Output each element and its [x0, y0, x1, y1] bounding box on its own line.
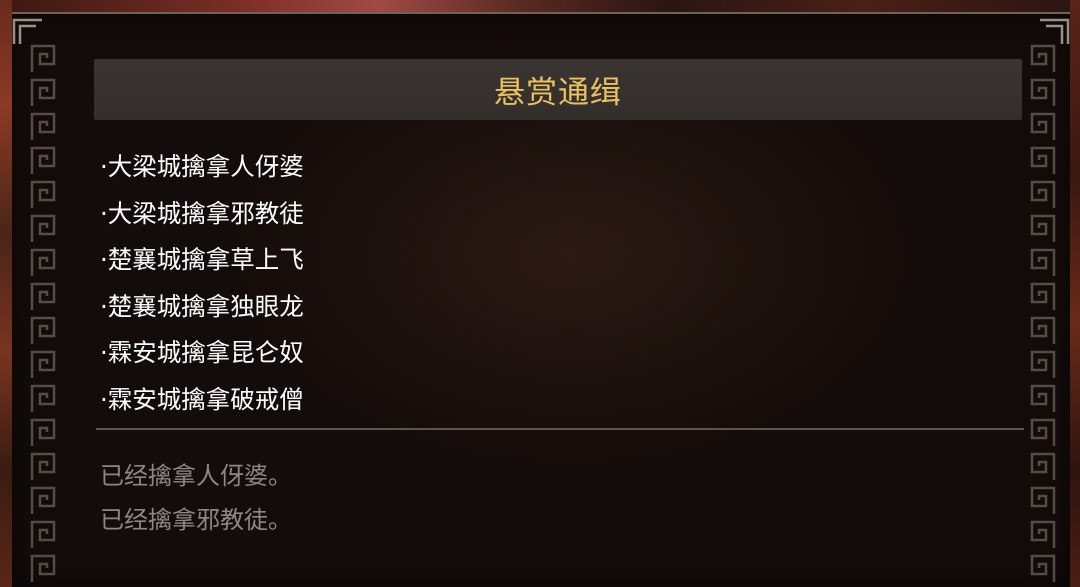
log-entry: 已经擒拿邪教徒。 [100, 506, 292, 534]
bounty-item[interactable]: ·霖安城擒拿破戒僧 [100, 377, 500, 424]
greek-key-border-left-icon [28, 42, 58, 587]
bounty-item[interactable]: ·楚襄城擒拿独眼龙 [100, 284, 500, 331]
bounty-item[interactable]: ·大梁城擒拿邪教徒 [100, 191, 500, 238]
bounty-list: ·大梁城擒拿人伢婆 ·大梁城擒拿邪教徒 ·楚襄城擒拿草上飞 ·楚襄城擒拿独眼龙 … [100, 144, 500, 423]
greek-key-border-right-icon [1028, 42, 1058, 587]
game-screen: 悬赏通缉 ·大梁城擒拿人伢婆 ·大梁城擒拿邪教徒 ·楚襄城擒拿草上飞 ·楚襄城擒… [0, 0, 1080, 587]
panel-title: 悬赏通缉 [494, 75, 622, 111]
bounty-panel: 悬赏通缉 ·大梁城擒拿人伢婆 ·大梁城擒拿邪教徒 ·楚襄城擒拿草上飞 ·楚襄城擒… [12, 12, 1070, 587]
captured-log: 已经擒拿人伢婆。 已经擒拿邪教徒。 [100, 454, 700, 542]
background-scene-right [1070, 0, 1080, 587]
background-scene-left [0, 0, 12, 587]
bounty-item[interactable]: ·楚襄城擒拿草上飞 [100, 237, 500, 284]
log-entry: 已经擒拿人伢婆。 [100, 462, 292, 490]
section-divider [96, 428, 1024, 430]
bounty-item[interactable]: ·大梁城擒拿人伢婆 [100, 144, 500, 191]
bounty-item[interactable]: ·霖安城擒拿昆仑奴 [100, 330, 500, 377]
title-bar: 悬赏通缉 [94, 59, 1022, 120]
